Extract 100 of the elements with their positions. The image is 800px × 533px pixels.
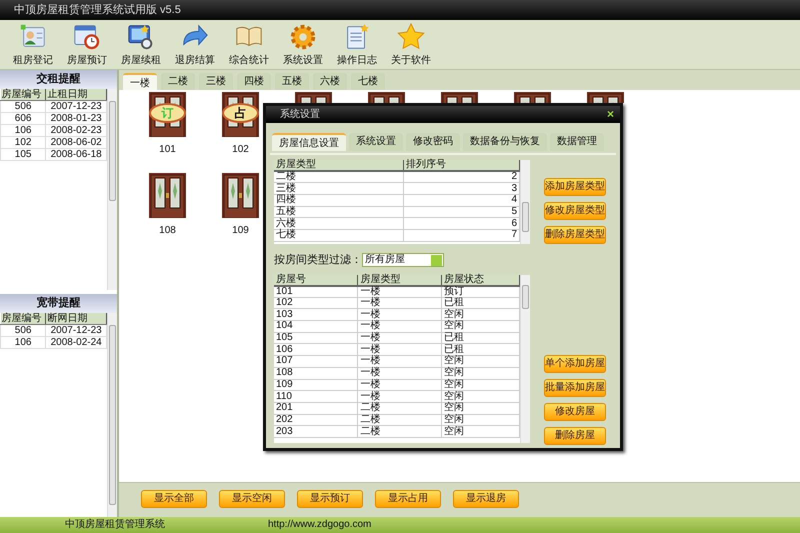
toolbar-button[interactable]: 房屋预订 bbox=[60, 20, 114, 69]
floor-tab[interactable]: 六楼 bbox=[313, 73, 347, 90]
scrollbar[interactable] bbox=[520, 274, 530, 442]
floor-tab[interactable]: 二楼 bbox=[161, 73, 195, 90]
column-header: 房屋类型 bbox=[274, 160, 404, 171]
scrollbar[interactable] bbox=[520, 160, 530, 244]
column-header: 房屋编号 bbox=[0, 89, 46, 100]
scrollbar[interactable] bbox=[107, 89, 117, 290]
toolbar-button[interactable]: 租房登记 bbox=[6, 20, 60, 69]
table-cell: 一楼 bbox=[358, 320, 442, 332]
toolbar-button[interactable]: 退房结算 bbox=[168, 20, 222, 69]
dialog-title: 系统设置 bbox=[280, 108, 320, 122]
column-header: 房屋类型 bbox=[358, 274, 442, 286]
scrollbar[interactable] bbox=[107, 313, 117, 517]
filter-button[interactable]: 显示全部 bbox=[141, 490, 207, 508]
table-cell: 七楼 bbox=[274, 229, 404, 242]
door[interactable] bbox=[149, 173, 186, 218]
column-header: 房屋状态 bbox=[442, 274, 520, 286]
room-number: 102 bbox=[232, 144, 249, 155]
table-cell: 五楼 bbox=[274, 206, 404, 218]
filter-button[interactable]: 显示预订 bbox=[297, 490, 363, 508]
dialog-tab[interactable]: 修改密码 bbox=[406, 133, 460, 151]
floor-tab[interactable]: 三楼 bbox=[199, 73, 233, 90]
table-cell: 203 bbox=[274, 426, 358, 438]
table-cell: 2008-01-23 bbox=[46, 112, 107, 124]
table-cell: 已租 bbox=[442, 344, 520, 356]
table-cell: 7 bbox=[404, 229, 520, 242]
website-link[interactable]: http://www.zdgogo.com bbox=[268, 517, 372, 533]
door[interactable] bbox=[295, 92, 332, 103]
table-cell: 109 bbox=[274, 379, 358, 391]
table-cell: 预订 bbox=[442, 286, 520, 298]
action-button[interactable]: 删除房屋 bbox=[544, 426, 606, 444]
table-cell: 一楼 bbox=[358, 297, 442, 309]
table-cell: 102 bbox=[274, 297, 358, 309]
table-cell: 空闲 bbox=[442, 379, 520, 391]
action-button[interactable]: 批量添加房屋 bbox=[544, 378, 606, 396]
toolbar-button[interactable]: 综合统计 bbox=[222, 20, 276, 69]
toolbar-button[interactable]: 操作日志 bbox=[330, 20, 384, 69]
filter-button[interactable]: 显示空闲 bbox=[219, 490, 285, 508]
table-cell: 101 bbox=[274, 286, 358, 298]
table-cell: 一楼 bbox=[358, 332, 442, 344]
table-cell: 2 bbox=[404, 171, 520, 183]
table-cell: 201 bbox=[274, 402, 358, 414]
table-cell: 105 bbox=[274, 332, 358, 344]
table-cell: 已租 bbox=[442, 297, 520, 309]
filter-button[interactable]: 显示占用 bbox=[375, 490, 441, 508]
close-button[interactable]: × bbox=[606, 106, 614, 123]
type-select[interactable]: 所有房屋 bbox=[362, 253, 444, 268]
panel-header: 交租提醒 bbox=[0, 70, 117, 89]
table-cell: 空闲 bbox=[442, 402, 520, 414]
table-cell: 二楼 bbox=[274, 171, 404, 183]
floor-tab[interactable]: 一楼 bbox=[123, 73, 157, 90]
table-cell: 102 bbox=[0, 136, 46, 148]
dialog-tab[interactable]: 房屋信息设置 bbox=[272, 133, 346, 151]
dialog-tab[interactable]: 数据备份与恢复 bbox=[463, 133, 547, 151]
floor-tab[interactable]: 七楼 bbox=[351, 73, 385, 90]
toolbar-button[interactable]: 系统设置 bbox=[276, 20, 330, 69]
column-header: 断网日期 bbox=[46, 313, 107, 324]
dialog-tab[interactable]: 数据管理 bbox=[550, 133, 604, 151]
table-cell: 空闲 bbox=[442, 414, 520, 426]
door[interactable]: 占 bbox=[222, 92, 259, 137]
window-title: 中顶房屋租赁管理系统试用版 v5.5 bbox=[0, 0, 800, 20]
panel-header: 宽带提醒 bbox=[0, 294, 117, 313]
table-cell: 一楼 bbox=[358, 344, 442, 356]
table-cell: 106 bbox=[0, 336, 46, 348]
door[interactable] bbox=[368, 92, 405, 103]
door[interactable] bbox=[587, 92, 624, 103]
table-cell: 104 bbox=[274, 320, 358, 332]
column-header: 房屋编号 bbox=[0, 313, 46, 324]
dialog-tab[interactable]: 系统设置 bbox=[349, 133, 403, 151]
table-cell: 二楼 bbox=[358, 414, 442, 426]
filter-button[interactable]: 显示退房 bbox=[453, 490, 519, 508]
action-button[interactable]: 单个添加房屋 bbox=[544, 354, 606, 372]
table-cell: 空闲 bbox=[442, 426, 520, 438]
action-button[interactable]: 删除房屋类型 bbox=[544, 226, 606, 244]
door-drawing bbox=[222, 173, 259, 218]
table-cell: 空闲 bbox=[442, 390, 520, 402]
column-header: 排列序号 bbox=[404, 160, 520, 171]
filter-label: 按房间类型过滤： bbox=[274, 252, 362, 268]
table-cell: 202 bbox=[274, 414, 358, 426]
toolbar-button[interactable]: 关于软件 bbox=[384, 20, 438, 69]
toolbar-button[interactable]: 房屋续租 bbox=[114, 20, 168, 69]
action-button[interactable]: 修改房屋类型 bbox=[544, 202, 606, 220]
floor-tab[interactable]: 五楼 bbox=[275, 73, 309, 90]
table-cell: 5 bbox=[404, 206, 520, 218]
table-cell: 空闲 bbox=[442, 367, 520, 379]
table-cell: 2007-12-23 bbox=[46, 100, 107, 112]
table-cell: 二楼 bbox=[358, 426, 442, 438]
table-cell: 2008-06-02 bbox=[46, 136, 107, 148]
action-button[interactable]: 添加房屋类型 bbox=[544, 178, 606, 196]
floor-tab[interactable]: 四楼 bbox=[237, 73, 271, 90]
action-button[interactable]: 修改房屋 bbox=[544, 402, 606, 420]
table-cell: 3 bbox=[404, 182, 520, 194]
door[interactable] bbox=[441, 92, 478, 103]
door[interactable] bbox=[514, 92, 551, 103]
table-cell: 103 bbox=[274, 308, 358, 321]
table-cell: 空闲 bbox=[442, 320, 520, 332]
table-cell: 106 bbox=[0, 124, 46, 136]
door[interactable] bbox=[222, 173, 259, 218]
table-cell: 一楼 bbox=[358, 308, 442, 321]
